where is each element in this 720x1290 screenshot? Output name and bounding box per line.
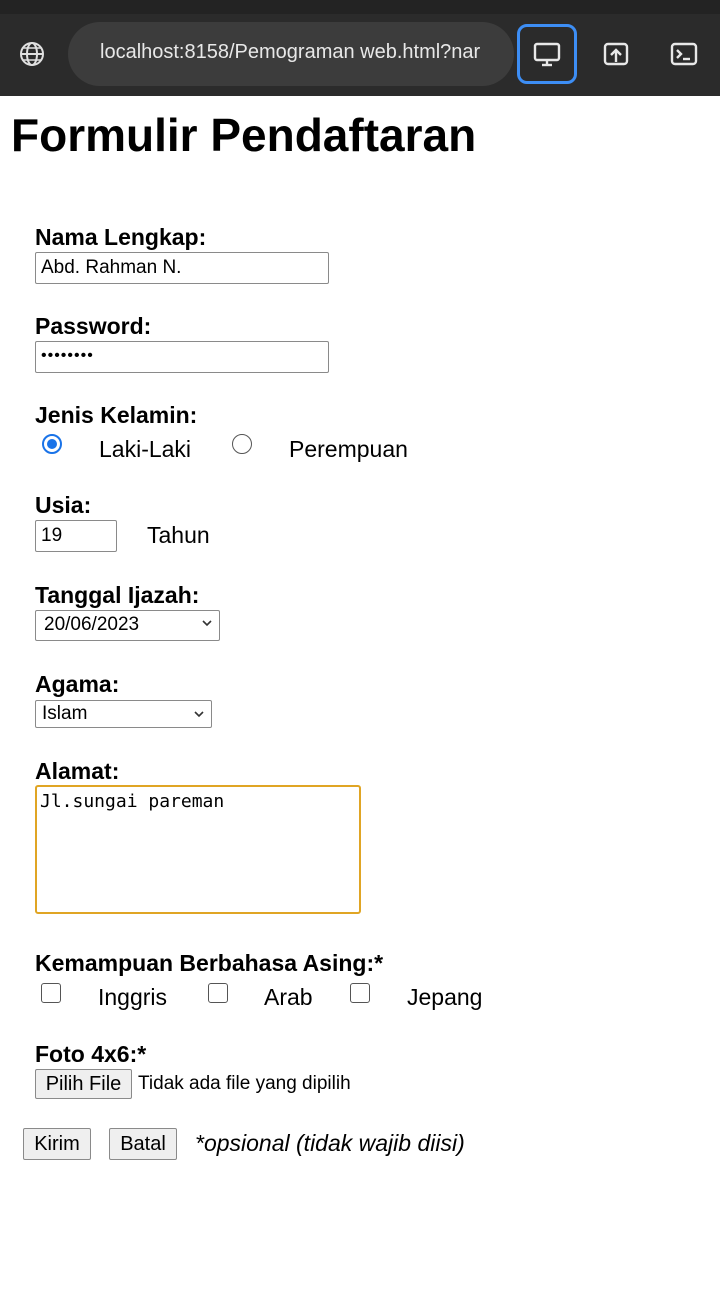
url-text: localhost:8158/Pemograman web.html?nar — [100, 41, 481, 63]
globe-icon[interactable] — [18, 40, 46, 68]
alamat-textarea[interactable]: Jl.sungai pareman — [35, 785, 361, 914]
option-laki-laki: Laki-Laki — [99, 436, 192, 462]
chevron-down-icon — [194, 711, 204, 718]
desktop-icon — [533, 42, 561, 67]
browser-toolbar: localhost:8158/Pemograman web.html?nar — [0, 0, 720, 96]
tanggal-value: 20/06/2023 — [44, 614, 140, 635]
chevron-down-icon — [202, 620, 212, 627]
agama-label: Agama: — [35, 671, 120, 697]
usia-unit: Tahun — [147, 522, 210, 548]
cancel-button[interactable]: Batal — [109, 1128, 177, 1160]
checkbox-arab[interactable] — [208, 983, 228, 1003]
checkbox-jepang[interactable] — [350, 983, 370, 1003]
agama-value: Islam — [42, 703, 88, 724]
optional-note: *opsional (tidak wajib diisi) — [195, 1130, 465, 1156]
agama-select[interactable]: Islam — [35, 700, 212, 728]
option-jepang: Jepang — [407, 984, 483, 1010]
tanggal-date-input[interactable]: 20/06/2023 — [35, 610, 220, 641]
usia-label: Usia: — [35, 492, 92, 518]
terminal-button[interactable] — [654, 24, 714, 84]
password-input[interactable]: •••••••• — [35, 341, 329, 373]
status-bar — [0, 0, 720, 14]
nama-input[interactable]: Abd. Rahman N. — [35, 252, 329, 284]
page-title: Formulir Pendaftaran — [11, 109, 477, 161]
checkbox-inggris[interactable] — [41, 983, 61, 1003]
desktop-mode-button[interactable] — [517, 24, 577, 84]
alamat-label: Alamat: — [35, 758, 120, 784]
terminal-icon — [670, 42, 698, 66]
option-perempuan: Perempuan — [289, 436, 408, 462]
file-status: Tidak ada file yang dipilih — [138, 1073, 351, 1094]
foto-label: Foto 4x6:* — [35, 1041, 147, 1067]
share-button[interactable] — [586, 24, 646, 84]
submit-button[interactable]: Kirim — [23, 1128, 91, 1160]
option-inggris: Inggris — [98, 984, 168, 1010]
bahasa-label: Kemampuan Berbahasa Asing:* — [35, 950, 384, 976]
gender-label: Jenis Kelamin: — [35, 402, 198, 428]
password-label: Password: — [35, 313, 152, 339]
choose-file-button[interactable]: Pilih File — [35, 1069, 132, 1099]
address-bar[interactable]: localhost:8158/Pemograman web.html?nar — [68, 22, 514, 86]
option-arab: Arab — [264, 984, 313, 1010]
tanggal-label: Tanggal Ijazah: — [35, 582, 200, 608]
share-icon — [603, 42, 629, 66]
nama-label: Nama Lengkap: — [35, 224, 207, 250]
usia-input[interactable]: 19 — [35, 520, 117, 552]
radio-perempuan[interactable] — [232, 434, 252, 454]
radio-laki-laki[interactable] — [42, 434, 62, 454]
